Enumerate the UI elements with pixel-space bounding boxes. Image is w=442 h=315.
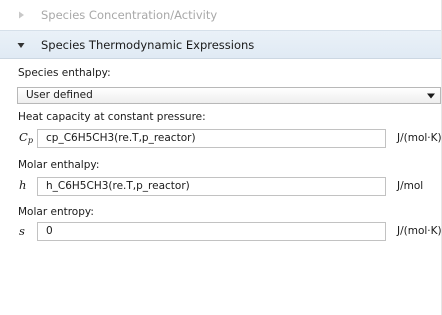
species-enthalpy-selected: User defined — [26, 89, 93, 101]
section-title-concentration: Species Concentration/Activity — [41, 8, 218, 22]
species-enthalpy-label: Species enthalpy: — [18, 67, 111, 79]
heat-capacity-unit: J/(mol·K) — [397, 132, 442, 144]
heat-capacity-value: cp_C6H5CH3(re.T,p_reactor) — [46, 132, 196, 144]
molar-entropy-value: 0 — [46, 225, 53, 237]
molar-enthalpy-unit: J/mol — [397, 180, 424, 192]
molar-enthalpy-field[interactable]: h_C6H5CH3(re.T,p_reactor) — [37, 177, 386, 196]
caret-down-icon[interactable] — [16, 40, 26, 50]
molar-enthalpy-label: Molar enthalpy: — [18, 159, 100, 171]
heat-capacity-label: Heat capacity at constant pressure: — [18, 111, 206, 123]
section-species-concentration[interactable]: Species Concentration/Activity — [0, 0, 442, 30]
molar-entropy-label: Molar entropy: — [18, 206, 94, 218]
molar-entropy-unit: J/(mol·K) — [397, 225, 442, 237]
heat-capacity-symbol: Cp — [19, 130, 33, 145]
molar-entropy-symbol: s — [19, 224, 25, 238]
section-thermodynamic-expressions[interactable]: Species Thermodynamic Expressions — [0, 30, 442, 59]
molar-entropy-field[interactable]: 0 — [37, 222, 386, 241]
heat-capacity-field[interactable]: cp_C6H5CH3(re.T,p_reactor) — [37, 129, 386, 148]
molar-enthalpy-value: h_C6H5CH3(re.T,p_reactor) — [46, 180, 190, 192]
molar-enthalpy-symbol: h — [19, 178, 27, 192]
species-enthalpy-select[interactable]: User defined — [17, 87, 441, 104]
section-title-thermodynamic: Species Thermodynamic Expressions — [41, 37, 255, 52]
caret-right-icon[interactable] — [16, 10, 26, 20]
dropdown-arrow-icon[interactable] — [427, 93, 435, 99]
